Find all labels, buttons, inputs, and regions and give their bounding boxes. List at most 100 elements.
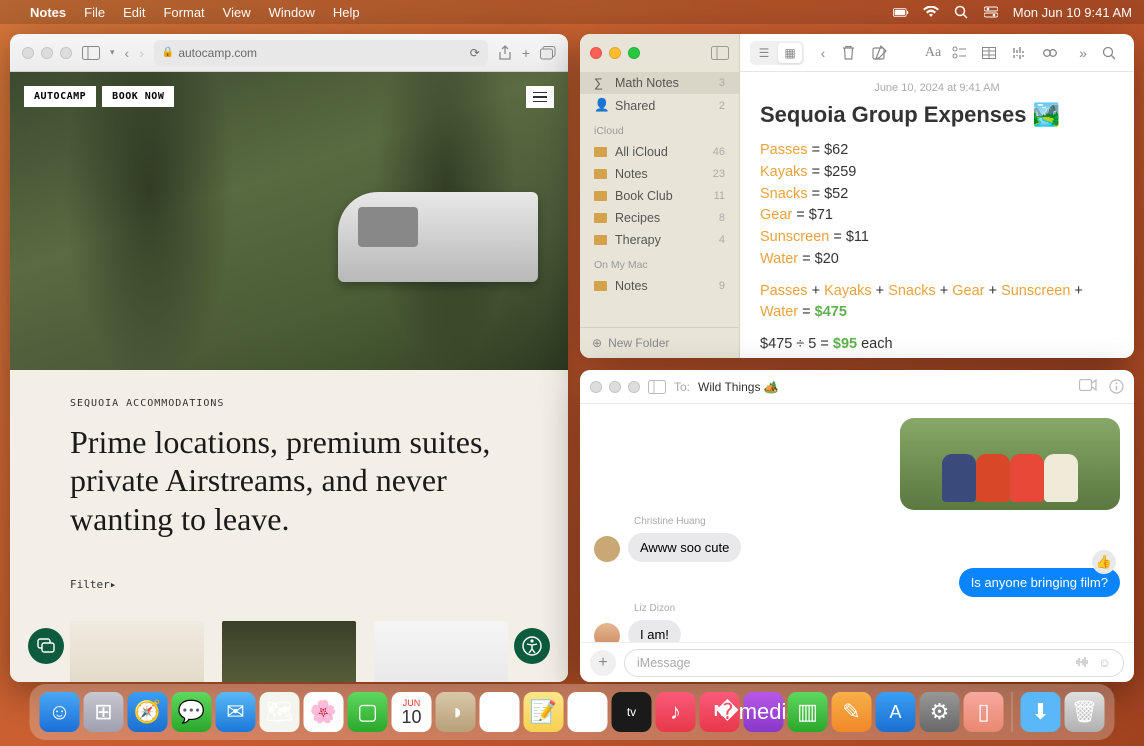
menu-file[interactable]: File	[84, 5, 105, 20]
dock-facetime[interactable]: ▢	[348, 692, 388, 732]
chevron-down-icon[interactable]: ▾	[110, 47, 115, 58]
listing-thumb[interactable]	[70, 621, 204, 682]
apps-button[interactable]: +	[590, 650, 616, 676]
share-icon[interactable]	[498, 45, 512, 61]
back-icon[interactable]: ‹	[812, 45, 834, 61]
control-center-icon[interactable]	[983, 4, 999, 20]
folder-row[interactable]: All iCloud46	[580, 141, 739, 163]
accessibility-icon[interactable]	[514, 628, 550, 664]
message-bubble[interactable]: Awww soo cute	[628, 533, 741, 562]
back-icon[interactable]: ‹	[125, 45, 130, 61]
clock[interactable]: Mon Jun 10 9:41 AM	[1013, 5, 1132, 20]
reload-icon[interactable]: ⟳	[470, 46, 480, 60]
message-input[interactable]: iMessage ☺	[624, 649, 1124, 677]
folder-row[interactable]: Notes23	[580, 163, 739, 185]
dock-mail[interactable]: ✉	[216, 692, 256, 732]
dock-settings[interactable]: ⚙	[920, 692, 960, 732]
wifi-icon[interactable]	[923, 4, 939, 20]
spotlight-icon[interactable]	[953, 4, 969, 20]
dock-podcasts[interactable]: �median	[744, 692, 784, 732]
filter-button[interactable]: Filter▸	[70, 578, 508, 591]
dock-notes[interactable]: 📝	[524, 692, 564, 732]
sidebar-toggle-icon[interactable]	[648, 380, 666, 394]
info-icon[interactable]	[1109, 379, 1124, 394]
gallery-view-icon[interactable]: ▦	[778, 43, 802, 63]
dock-contacts[interactable]: ◑	[436, 692, 476, 732]
tapback-icon[interactable]: 👍	[1092, 550, 1116, 574]
menu-window[interactable]: Window	[269, 5, 315, 20]
window-controls[interactable]	[22, 47, 72, 59]
folder-row[interactable]: Notes9	[580, 275, 739, 297]
window-controls[interactable]	[590, 381, 640, 393]
folder-row[interactable]: Recipes8	[580, 207, 739, 229]
emoji-icon[interactable]: ☺	[1098, 656, 1111, 670]
menu-format[interactable]: Format	[163, 5, 204, 20]
new-tab-icon[interactable]: +	[522, 45, 530, 61]
address-bar[interactable]: 🔒 autocamp.com ⟳	[154, 40, 488, 66]
dock-launchpad[interactable]: ⊞	[84, 692, 124, 732]
dock-trash[interactable]: 🗑	[1065, 692, 1105, 732]
folder-row[interactable]: Therapy4	[580, 229, 739, 251]
avatar[interactable]	[594, 536, 620, 562]
dock-finder[interactable]: ☺	[40, 692, 80, 732]
folder-row[interactable]: 👤Shared2	[580, 94, 739, 117]
table-icon[interactable]	[982, 47, 1004, 59]
new-folder-button[interactable]: ⊕ New Folder	[580, 327, 739, 358]
format-icon[interactable]: Aa	[922, 45, 944, 61]
dock-messages[interactable]: 💬	[172, 692, 212, 732]
sidebar-toggle-icon[interactable]	[82, 46, 100, 60]
dock-numbers[interactable]: ▥	[788, 692, 828, 732]
tabs-icon[interactable]	[540, 46, 556, 60]
menu-view[interactable]: View	[223, 5, 251, 20]
message-bubble[interactable]: Is anyone bringing film?👍	[959, 568, 1120, 597]
book-now-button[interactable]: BOOK NOW	[102, 86, 174, 107]
to-value[interactable]: Wild Things 🏕️	[698, 380, 779, 394]
message-row: I am!	[594, 620, 1120, 642]
dock-appstore[interactable]: A	[876, 692, 916, 732]
dock-music[interactable]: ♪	[656, 692, 696, 732]
avatar[interactable]	[594, 623, 620, 642]
menu-help[interactable]: Help	[333, 5, 360, 20]
note-body[interactable]: June 10, 2024 at 9:41 AM Sequoia Group E…	[740, 72, 1134, 358]
facetime-icon[interactable]	[1079, 379, 1097, 394]
dock-safari[interactable]: 🧭	[128, 692, 168, 732]
dock-downloads[interactable]: ⬇	[1021, 692, 1061, 732]
site-logo[interactable]: AUTOCAMP	[24, 86, 96, 107]
dock-photos[interactable]: 🌸	[304, 692, 344, 732]
forward-icon[interactable]: ›	[139, 45, 144, 61]
link-icon[interactable]	[1042, 47, 1064, 59]
hamburger-menu[interactable]	[526, 86, 554, 108]
dock-iphone-mirror[interactable]: ▯	[964, 692, 1004, 732]
chat-icon[interactable]	[28, 628, 64, 664]
window-controls[interactable]	[590, 47, 640, 59]
dock-tv[interactable]: tv	[612, 692, 652, 732]
safari-viewport[interactable]: AUTOCAMP BOOK NOW SEQUOIA ACCOMMODATIONS…	[10, 72, 568, 682]
dock-reminders[interactable]: ☰	[480, 692, 520, 732]
battery-icon[interactable]	[893, 4, 909, 20]
dock-calendar[interactable]: JUN10	[392, 692, 432, 732]
note-date: June 10, 2024 at 9:41 AM	[760, 82, 1114, 94]
more-icon[interactable]: »	[1072, 45, 1094, 61]
dock-pages[interactable]: ✎	[832, 692, 872, 732]
sender-name: Liz Dizon	[634, 603, 1120, 614]
checklist-icon[interactable]	[952, 46, 974, 60]
dock-freeform[interactable]: 〰	[568, 692, 608, 732]
app-menu[interactable]: Notes	[30, 5, 66, 20]
dock-maps[interactable]: 🗺	[260, 692, 300, 732]
media-icon[interactable]	[1012, 46, 1034, 60]
list-view-icon[interactable]: ☰	[752, 43, 776, 63]
listing-thumb[interactable]	[222, 621, 356, 682]
messages-body[interactable]: Christine HuangAwww soo cuteIs anyone br…	[580, 404, 1134, 642]
view-toggle[interactable]: ☰ ▦	[750, 41, 804, 65]
trash-icon[interactable]	[842, 45, 864, 60]
menu-edit[interactable]: Edit	[123, 5, 145, 20]
message-bubble[interactable]: I am!	[628, 620, 681, 642]
image-message[interactable]	[900, 418, 1120, 510]
audio-icon[interactable]	[1074, 656, 1090, 670]
folder-row[interactable]: Book Club11	[580, 185, 739, 207]
search-icon[interactable]	[1102, 46, 1124, 60]
folder-row[interactable]: ∑Math Notes3	[580, 72, 739, 94]
compose-icon[interactable]	[872, 45, 894, 60]
listing-thumb[interactable]	[374, 621, 508, 682]
sidebar-toggle-icon[interactable]	[711, 46, 729, 60]
